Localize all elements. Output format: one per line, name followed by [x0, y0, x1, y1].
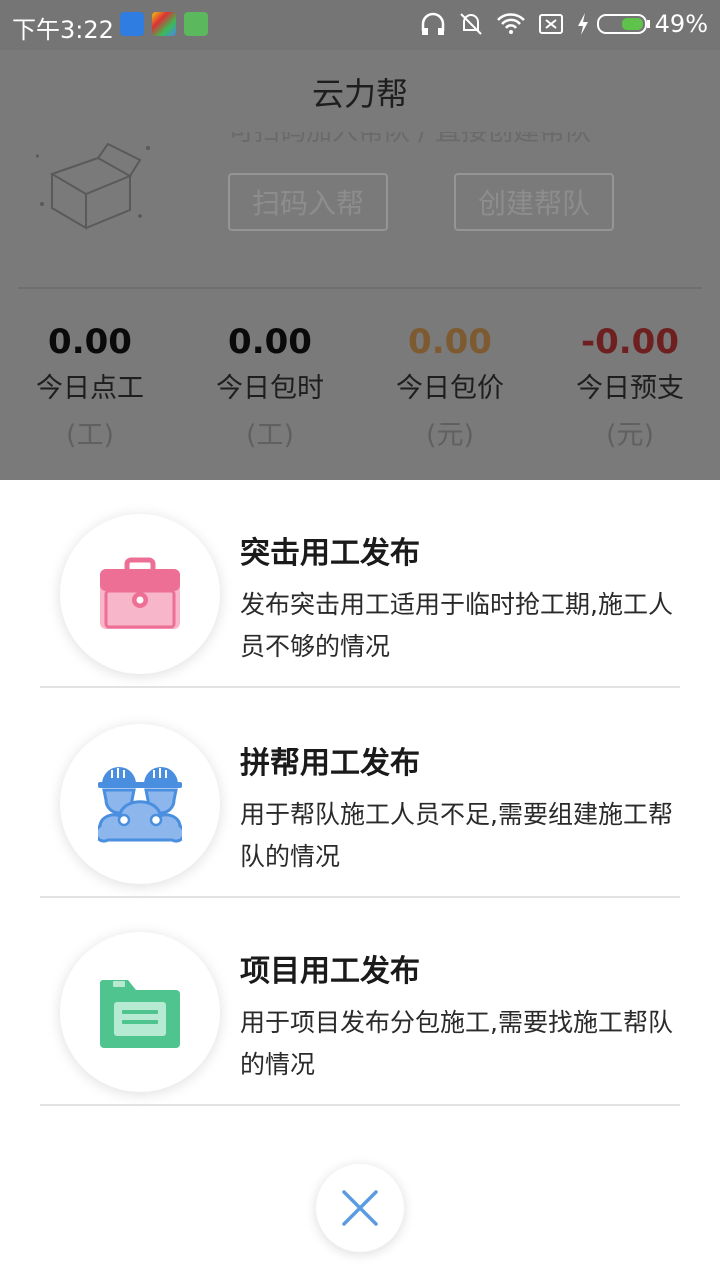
- option-description: 用于项目发布分包施工,需要找施工帮队的情况: [240, 1008, 673, 1079]
- shield-app-icon: [120, 12, 144, 36]
- divider: [18, 287, 702, 289]
- stat-today-hourly: 0.00 今日包时 (工): [180, 322, 360, 452]
- close-icon: [342, 1190, 378, 1226]
- charging-icon: [578, 13, 588, 35]
- empty-box-icon: [36, 142, 150, 230]
- stat-unit: (元): [425, 420, 475, 451]
- mute-bell-icon: [460, 13, 482, 35]
- option-description: 用于帮队施工人员不足,需要组建施工帮队的情况: [240, 800, 673, 871]
- option-title: 拼帮用工发布: [240, 746, 420, 781]
- option-icon-circle: [60, 932, 220, 1092]
- option-project-labor[interactable]: 项目用工发布 用于项目发布分包施工,需要找施工帮队的情况: [40, 898, 680, 1106]
- option-team-labor[interactable]: 拼帮用工发布 用于帮队施工人员不足,需要组建施工帮队的情况: [40, 690, 680, 898]
- divider: [40, 1104, 680, 1106]
- workers-helmet-icon: [98, 767, 182, 843]
- scan-join-button[interactable]: 扫码入帮: [228, 173, 388, 231]
- headset-icon: [421, 12, 445, 35]
- no-sim-icon: [539, 14, 563, 34]
- option-title: 突击用工发布: [240, 536, 420, 571]
- stat-label: 今日包价: [396, 373, 504, 404]
- option-urgent-labor[interactable]: 突击用工发布 发布突击用工适用于临时抢工期,施工人员不够的情况: [40, 480, 680, 688]
- battery-icon: [597, 14, 650, 34]
- option-title: 项目用工发布: [240, 954, 420, 989]
- page-title: 云力帮: [311, 75, 408, 113]
- divider: [40, 686, 680, 688]
- stat-today-contract: 0.00 今日包价 (元): [360, 322, 540, 452]
- stat-today-advance: -0.00 今日预支 (元): [540, 322, 720, 452]
- color-app-icon: [152, 12, 176, 36]
- wifi-icon: [497, 13, 525, 34]
- stat-unit: (工): [245, 420, 295, 451]
- stat-label: 今日预支: [576, 373, 684, 404]
- publish-options-sheet: 突击用工发布 发布突击用工适用于临时抢工期,施工人员不够的情况 拼帮用工发布 用…: [0, 480, 720, 1280]
- hint-text: 可扫码加入帮队 / 直接创建帮队: [228, 132, 592, 147]
- status-time: 下午3:22: [12, 16, 114, 44]
- folder-icon: [100, 980, 180, 1048]
- battery-app-icon: [184, 12, 208, 36]
- battery-percent: 49%: [654, 10, 708, 38]
- stat-unit: (工): [65, 420, 115, 451]
- stat-today-day-work: 0.00 今日点工 (工): [0, 322, 180, 452]
- stat-label: 今日点工: [36, 373, 144, 404]
- stat-unit: (元): [605, 420, 655, 451]
- create-team-button[interactable]: 创建帮队: [454, 173, 614, 231]
- stat-value: 0.00: [228, 322, 312, 362]
- stat-value: 0.00: [48, 322, 132, 362]
- option-description: 发布突击用工适用于临时抢工期,施工人员不够的情况: [240, 590, 673, 661]
- stat-value: -0.00: [581, 322, 679, 362]
- background-page: 云力帮 可扫码加入帮队 / 直接创建帮队 扫码入帮 创建帮队 0.00 今日点工…: [0, 50, 720, 480]
- toolbox-icon: [100, 557, 180, 629]
- option-icon-circle: [60, 724, 220, 884]
- option-icon-circle: [60, 514, 220, 674]
- status-bar: 下午3:22 49%: [0, 0, 720, 50]
- stat-value: 0.00: [408, 322, 492, 362]
- stat-label: 今日包时: [216, 373, 324, 404]
- close-button[interactable]: [316, 1164, 404, 1252]
